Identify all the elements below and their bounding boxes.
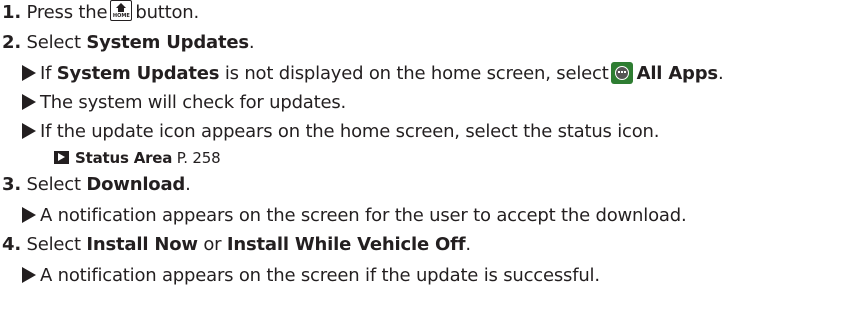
triangle-bullet-icon xyxy=(22,65,36,81)
home-icon-label: HOME xyxy=(112,13,130,19)
step-number: 2. xyxy=(2,32,21,53)
step-number: 4. xyxy=(2,234,21,255)
menu-item-system-updates: System Updates xyxy=(56,63,220,84)
step-2-note-3: If the update icon appears on the home s… xyxy=(22,119,659,145)
note-text: is not displayed on the home screen, sel… xyxy=(224,63,609,84)
home-icon: HOME xyxy=(110,0,133,21)
step-text: . xyxy=(465,234,471,255)
triangle-bullet-icon xyxy=(22,267,36,283)
step-text: . xyxy=(185,174,191,195)
step-text: Select xyxy=(26,234,82,255)
triangle-bullet-icon xyxy=(22,123,36,139)
all-apps-icon xyxy=(610,62,633,84)
note-text: A notification appears on the screen if … xyxy=(40,265,600,286)
note-text: A notification appears on the screen for… xyxy=(40,205,687,226)
step-text: . xyxy=(248,32,255,53)
step-1: 1. Press the HOME button. xyxy=(2,0,199,26)
step-text: Select xyxy=(26,32,82,53)
note-text: If xyxy=(40,63,52,84)
menu-item-all-apps: All Apps xyxy=(636,63,719,84)
step-4: 4. Select Install Now or Install While V… xyxy=(2,232,471,258)
menu-item-install-now: Install Now xyxy=(86,234,198,255)
reference-title: Status Area xyxy=(75,149,173,167)
step-3-note-1: A notification appears on the screen for… xyxy=(22,203,687,229)
menu-item-system-updates: System Updates xyxy=(86,32,249,53)
step-number: 1. xyxy=(2,2,21,23)
step-text: or xyxy=(203,234,222,255)
step-2-note-2: The system will check for updates. xyxy=(22,90,346,116)
step-text: Press the xyxy=(26,2,108,23)
menu-item-download: Download xyxy=(86,174,186,195)
cross-reference-arrow-icon xyxy=(54,151,69,164)
step-text: button. xyxy=(135,2,200,23)
cross-reference-link[interactable]: Status Area P. 258 xyxy=(54,145,221,171)
menu-item-install-while-vehicle-off: Install While Vehicle Off xyxy=(226,234,466,255)
triangle-bullet-icon xyxy=(22,94,36,110)
step-3: 3. Select Download. xyxy=(2,172,191,198)
triangle-bullet-icon xyxy=(22,207,36,223)
step-4-note-1: A notification appears on the screen if … xyxy=(22,263,600,289)
step-text: Select xyxy=(26,174,82,195)
note-text: The system will check for updates. xyxy=(40,92,347,113)
note-text: If the update icon appears on the home s… xyxy=(40,121,660,142)
step-2-note-1: If System Updates is not displayed on th… xyxy=(22,61,724,87)
step-number: 3. xyxy=(2,174,21,195)
reference-page: P. 258 xyxy=(176,149,221,167)
note-text: . xyxy=(717,63,724,84)
step-2: 2. Select System Updates. xyxy=(2,30,255,56)
